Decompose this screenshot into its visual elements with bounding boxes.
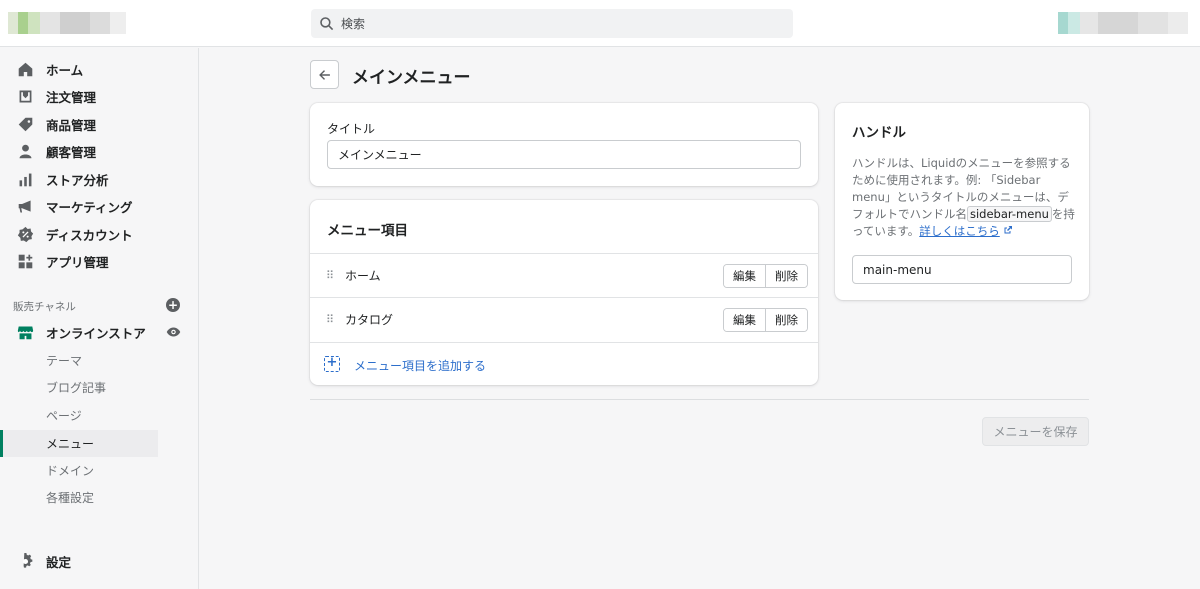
orders-icon (16, 88, 34, 106)
menu-item-label: ホーム (345, 269, 381, 283)
save-menu-button[interactable]: メニューを保存 (982, 417, 1089, 446)
delete-button[interactable]: 削除 (765, 309, 807, 331)
handle-example-code: sidebar-menu (967, 206, 1052, 222)
sidebar-subitem-domains[interactable]: ドメイン (0, 457, 158, 484)
gear-icon (16, 553, 34, 571)
store-logo[interactable] (8, 12, 126, 34)
title-card: タイトル メインメニュー (310, 103, 818, 186)
sidebar-item-home[interactable]: ホーム (0, 56, 199, 83)
store-icon (16, 324, 34, 342)
drag-handle-icon[interactable]: ⠿ (326, 313, 334, 326)
add-channel-icon[interactable]: + (166, 298, 180, 312)
analytics-icon (16, 171, 34, 189)
sidebar-subitem-pages[interactable]: ページ (0, 402, 158, 429)
menu-items-card: メニュー項目 ⠿ ホーム 編集 削除 ⠿ カタログ 編集 削除 + メニュー項目… (310, 200, 818, 385)
sidebar-item-discounts[interactable]: ディスカウント (0, 221, 199, 248)
search-icon (320, 16, 334, 30)
sidebar-item-analytics[interactable]: ストア分析 (0, 166, 199, 193)
sidebar-item-apps[interactable]: アプリ管理 (0, 248, 199, 275)
menu-item-actions: 編集 削除 (723, 308, 808, 332)
sidebar-subitem-themes[interactable]: テーマ (0, 347, 158, 374)
back-button[interactable] (310, 60, 339, 89)
home-icon (16, 61, 34, 79)
sales-channels-label: 販売チャネル (13, 301, 76, 313)
sidebar-item-orders[interactable]: 注文管理 (0, 83, 199, 110)
menu-item-actions: 編集 削除 (723, 264, 808, 288)
menu-items-heading: メニュー項目 (327, 223, 408, 239)
top-bar: 検索 (0, 0, 1200, 47)
sidebar-item-marketing[interactable]: マーケティング (0, 193, 199, 220)
edit-button[interactable]: 編集 (724, 309, 765, 331)
search-input[interactable]: 検索 (311, 9, 793, 38)
sidebar-item-customers[interactable]: 顧客管理 (0, 138, 199, 165)
sidebar-item-label: 顧客管理 (46, 145, 97, 160)
sidebar-item-label: ディスカウント (46, 228, 133, 243)
page-title: メインメニュー (352, 68, 471, 88)
sidebar-item-label: マーケティング (46, 200, 133, 215)
edit-button[interactable]: 編集 (724, 265, 765, 287)
tag-icon (16, 116, 34, 134)
megaphone-icon (16, 198, 34, 216)
sidebar-item-label: オンラインストア (46, 326, 146, 341)
divider (310, 399, 1089, 400)
sidebar-item-settings[interactable]: 設定 (0, 548, 199, 575)
apps-icon (16, 253, 34, 271)
handle-card: ハンドル ハンドルは、Liquidのメニューを参照するために使用されます。例: … (835, 103, 1089, 300)
sidebar-item-label: 注文管理 (46, 90, 97, 105)
sidebar-item-label: アプリ管理 (46, 255, 109, 270)
add-icon: + (324, 356, 340, 372)
search-placeholder: 検索 (341, 17, 366, 31)
sidebar-item-label: ストア分析 (46, 173, 109, 188)
sidebar: ホーム 注文管理 商品管理 顧客管理 ストア分析 マーケティング ディスカウント… (0, 48, 199, 589)
sidebar-subitem-preferences[interactable]: 各種設定 (0, 484, 158, 511)
sidebar-subitem-blog-posts[interactable]: ブログ記事 (0, 374, 158, 401)
title-label: タイトル (327, 122, 376, 136)
discount-icon (16, 226, 34, 244)
sidebar-item-label: 設定 (46, 555, 72, 570)
add-menu-item-button[interactable]: + メニュー項目を追加する (310, 342, 818, 385)
handle-description: ハンドルは、Liquidのメニューを参照するために使用されます。例: 「Side… (852, 155, 1078, 240)
sidebar-item-products[interactable]: 商品管理 (0, 111, 199, 138)
add-menu-item-label: メニュー項目を追加する (354, 359, 487, 373)
eye-icon[interactable] (166, 326, 181, 338)
drag-handle-icon[interactable]: ⠿ (326, 269, 334, 282)
sidebar-item-label: 商品管理 (46, 118, 97, 133)
handle-heading: ハンドル (852, 125, 906, 141)
menu-item-label: カタログ (345, 313, 394, 327)
menu-item-row: ⠿ ホーム 編集 削除 (310, 253, 818, 297)
learn-more-link[interactable]: 詳しくはこちら (919, 224, 1000, 238)
sidebar-item-label: ホーム (46, 63, 84, 78)
menu-item-row: ⠿ カタログ 編集 削除 (310, 297, 818, 341)
sidebar-subitem-navigation[interactable]: メニュー (0, 430, 158, 457)
user-menu[interactable] (1058, 12, 1188, 34)
customer-icon (16, 143, 34, 161)
handle-input[interactable]: main-menu (852, 255, 1072, 284)
arrow-left-icon (318, 69, 330, 80)
title-input[interactable]: メインメニュー (327, 140, 801, 169)
external-link-icon (1004, 226, 1013, 234)
delete-button[interactable]: 削除 (765, 265, 807, 287)
